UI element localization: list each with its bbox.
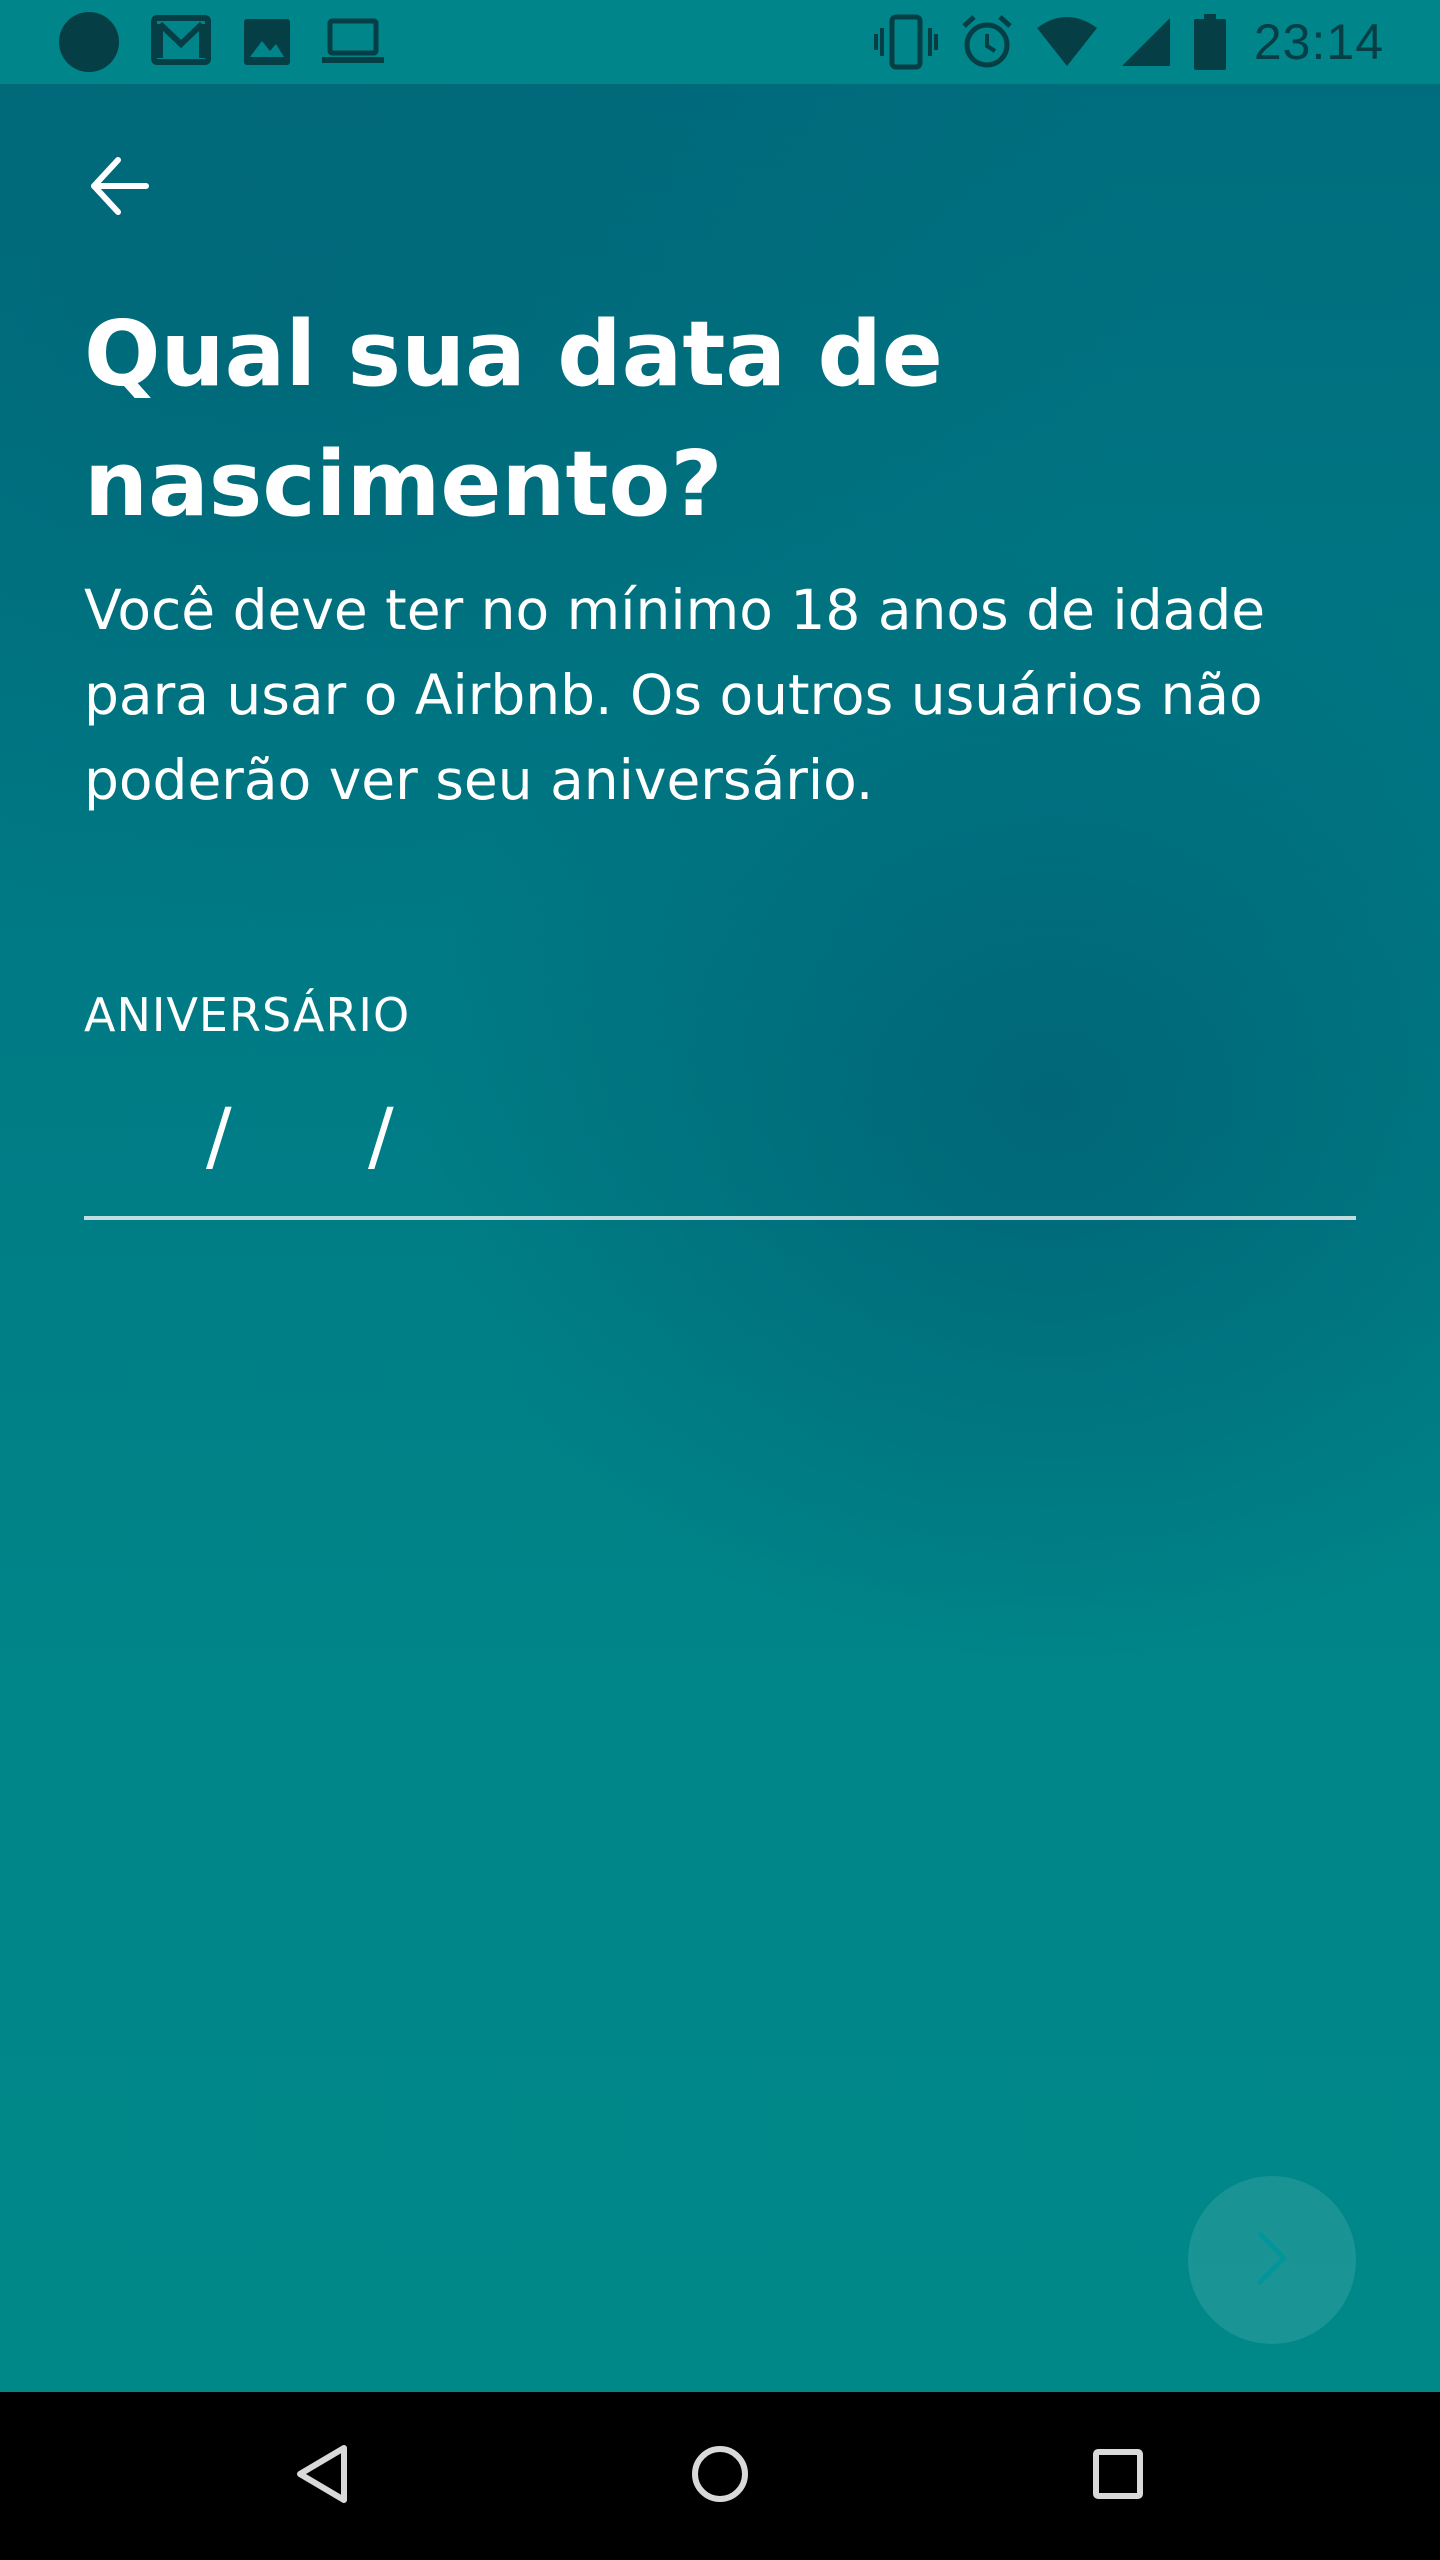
status-bar: 23:14 [0,0,1440,84]
image-icon [242,17,292,67]
circle-icon [58,11,120,73]
page-title: Qual sua data de nascimento? [84,302,943,537]
next-button[interactable] [1188,2176,1356,2344]
nav-recents-button[interactable] [1034,2392,1202,2560]
battery-icon [1193,14,1226,70]
app-screen: 23:14 Qual sua data de nascimento? Você … [0,0,1440,2392]
chevron-right-icon [1248,2228,1296,2293]
status-bar-left [58,0,384,84]
gmail-icon [150,14,212,70]
date-separator: / [368,1091,394,1180]
navigation-bar [0,2392,1440,2560]
back-button[interactable] [72,140,168,236]
laptop-icon [322,17,384,67]
status-time: 23:14 [1253,14,1384,70]
page-description: Você deve ter no mínimo 18 anos de idade… [84,578,1266,812]
vibrate-icon [873,14,938,70]
square-recents-icon [1091,2447,1145,2506]
date-separator: / [206,1091,232,1180]
triangle-back-icon [292,2442,352,2511]
nav-home-button[interactable] [636,2392,804,2560]
status-bar-right: 23:14 [873,0,1384,84]
birthday-date-input[interactable]: / / [84,1080,1356,1220]
alarm-icon [960,14,1014,70]
nav-back-button[interactable] [238,2392,406,2560]
signal-icon [1120,16,1172,68]
wifi-icon [1036,16,1098,68]
arrow-left-icon [88,154,152,223]
circle-home-icon [690,2444,750,2509]
birthday-label: ANIVERSÁRIO [84,988,411,1042]
